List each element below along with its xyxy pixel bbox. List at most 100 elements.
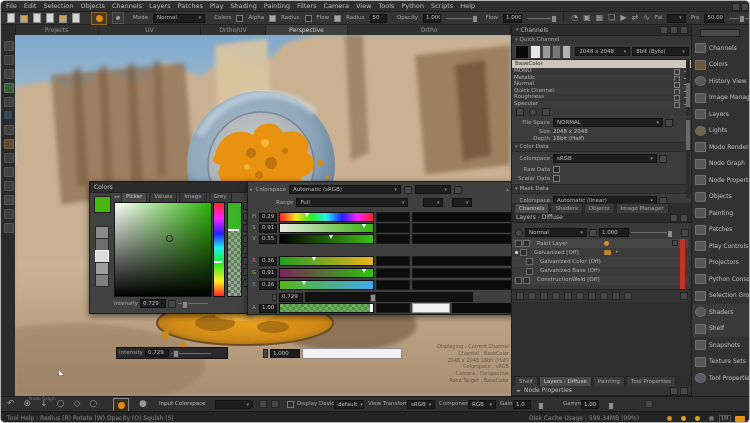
menu-layers[interactable]: Layers	[149, 2, 171, 10]
sidebar-item-objects[interactable]: Objects	[692, 189, 750, 206]
channel-size-dropdown[interactable]: 2048 x 2048	[575, 47, 630, 56]
sidebar-item-texture-sets[interactable]: Texture Sets	[692, 354, 750, 371]
color-data-section[interactable]: Color Data	[512, 142, 692, 152]
eraser-mode-button[interactable]	[112, 12, 124, 24]
b-bar[interactable]	[279, 280, 374, 290]
menu-filters[interactable]: Filters	[297, 2, 316, 10]
menu-view[interactable]: View	[356, 2, 371, 10]
gamma-reset-icon[interactable]	[645, 400, 653, 408]
menu-scripts[interactable]: Scripts	[431, 2, 453, 10]
layer-options-icon[interactable]	[680, 292, 688, 300]
gradient-tool-icon[interactable]	[4, 153, 14, 163]
open-project-icon[interactable]	[20, 15, 28, 23]
image-icon[interactable]: ▣	[583, 14, 591, 22]
sidebar-item-history-view[interactable]: History View	[692, 73, 750, 90]
tab-tool-properties[interactable]: Tool Properties	[626, 376, 676, 386]
warp-tool-icon[interactable]	[4, 181, 14, 191]
current-color-swatch[interactable]	[94, 196, 111, 213]
file-space-reset-icon[interactable]	[665, 119, 673, 127]
menu-objects[interactable]: Objects	[80, 2, 105, 10]
profile-slider[interactable]	[729, 18, 750, 19]
channels-panel-float-icon[interactable]	[670, 26, 678, 34]
hue-strip[interactable]	[213, 202, 225, 297]
intensity-slider[interactable]	[178, 303, 208, 304]
intensity-stepper[interactable]	[168, 300, 176, 308]
alpha-stepper-icon[interactable]	[263, 349, 268, 358]
checker-icon[interactable]: ▦	[596, 14, 604, 22]
sidebar-menu-icon[interactable]	[700, 29, 740, 37]
circle-select-icon[interactable]: ○	[57, 400, 65, 408]
alpha-checkbox[interactable]	[236, 15, 243, 22]
tab-projects[interactable]: Projects	[15, 25, 99, 35]
window-minimize-icon[interactable]	[732, 3, 740, 11]
channel-cache-icon[interactable]	[674, 102, 680, 108]
duplicate-channel-icon[interactable]	[529, 108, 537, 116]
layer-lock-icon[interactable]	[523, 240, 530, 247]
paint-mode-button[interactable]	[91, 12, 107, 25]
new-procedural-icon[interactable]	[552, 292, 560, 300]
drop-icon[interactable]: ↓	[40, 400, 48, 408]
flow-field[interactable]: 1.000	[503, 14, 521, 23]
new-paint-layer-icon[interactable]	[516, 292, 524, 300]
swatch-white[interactable]	[530, 45, 541, 59]
vector-tool-icon[interactable]	[4, 167, 14, 177]
remove-layer-icon[interactable]	[624, 292, 632, 300]
export-icon[interactable]	[59, 15, 67, 23]
sidebar-item-painting[interactable]: Painting	[692, 205, 750, 222]
sidebar-item-patches[interactable]: Patches	[692, 222, 750, 239]
layer-row-galvanized-base[interactable]: Galvanized Base (Off)	[512, 267, 688, 276]
clock-icon[interactable]: ◔	[571, 14, 578, 22]
play-icon[interactable]: ▶	[620, 14, 626, 22]
layer-row-galvanized[interactable]: Galvanized [Off] ▸	[512, 248, 688, 257]
floating-intensity-slider[interactable]	[171, 353, 211, 354]
menu-selection[interactable]: Selection	[43, 2, 73, 10]
floating-alpha-bar[interactable]	[302, 348, 402, 359]
flow-checkbox[interactable]	[305, 15, 312, 22]
tab-image-manager[interactable]: Image Manager	[616, 203, 669, 213]
colorspace-aux-dropdown[interactable]	[415, 185, 451, 194]
sidebar-item-shaders[interactable]: Shaders	[692, 304, 750, 321]
channel-row-selected[interactable]: BaseColor	[512, 60, 692, 68]
slerp-tool-icon[interactable]	[4, 195, 14, 205]
lasso-select-icon[interactable]: ○	[89, 400, 97, 408]
s-bar[interactable]	[279, 223, 374, 233]
floating-alpha-field[interactable]: 1.000	[270, 349, 300, 358]
layer-visibility-icon[interactable]	[526, 258, 533, 265]
share-layer-icon[interactable]	[600, 292, 608, 300]
pinup-tool-icon[interactable]	[4, 223, 14, 233]
channels-collapse-icon[interactable]: ▾	[516, 27, 519, 33]
sidebar-item-colors[interactable]: Colors	[692, 57, 750, 74]
channel-row[interactable]: Specular	[512, 101, 692, 108]
radius2-checkbox[interactable]	[334, 15, 341, 22]
sidebar-item-selection-groups[interactable]: Selection Groups	[692, 288, 750, 305]
eraser-tool-icon[interactable]	[4, 139, 14, 149]
add-layer-icon[interactable]	[681, 229, 689, 237]
move-tool-icon[interactable]	[4, 55, 14, 65]
mask-data-section[interactable]: Mask Data	[512, 184, 692, 194]
pen-icon[interactable]	[271, 400, 279, 408]
paint-tool-icon[interactable]	[4, 83, 14, 93]
tab-shaders[interactable]: Shaders	[550, 203, 582, 213]
view-transform-dropdown[interactable]: sRGB	[407, 400, 435, 409]
blur-tool-icon[interactable]	[4, 125, 14, 135]
saturation-value-square[interactable]	[114, 202, 212, 297]
sync-icon[interactable]	[72, 13, 80, 23]
group-expand-icon[interactable]: ▸	[616, 249, 619, 255]
flow-slider[interactable]	[527, 18, 555, 19]
sidebar-item-modo-render[interactable]: Modo Render	[692, 139, 750, 156]
sidebar-item-lights[interactable]: Lights	[692, 123, 750, 140]
tab-channels[interactable]: Channels	[514, 203, 549, 213]
sidebar-item-tool-properties[interactable]: Tool Properties	[692, 370, 750, 387]
layer-amount-field[interactable]: 1.000	[599, 228, 629, 237]
new-project-icon[interactable]	[7, 13, 15, 23]
mode-dropdown[interactable]: Normal	[153, 14, 205, 23]
range-min-dropdown[interactable]	[423, 198, 443, 207]
group-folder-icon[interactable]	[604, 250, 611, 255]
r-bar[interactable]	[279, 256, 374, 266]
undo-icon[interactable]: ↶	[7, 400, 15, 408]
raw-data-checkbox[interactable]	[553, 166, 560, 173]
tab-grey[interactable]: Grey	[209, 192, 232, 202]
opacity-slider[interactable]	[446, 18, 476, 19]
tab-ortho[interactable]: Ortho	[348, 25, 511, 35]
g-bar[interactable]	[279, 268, 374, 278]
